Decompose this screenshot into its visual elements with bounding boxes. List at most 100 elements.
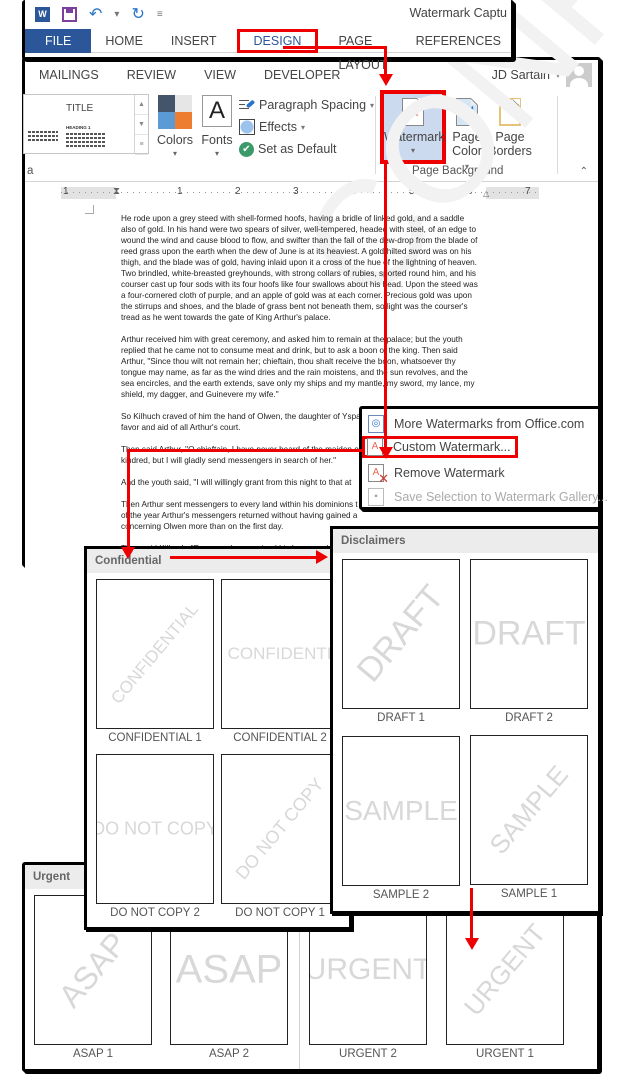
thumbnail-caption: ASAP 1 [72,1048,114,1060]
line: favor and aid of all Arthur's court. [121,423,241,432]
thumbnail-watermark-text: DO NOT COPY [231,774,328,884]
style-heading-preview: HEADING 1 [66,125,91,130]
annotation-arrow-segment [283,46,386,49]
line: of the year Arthur's messengers returned… [121,511,358,520]
gallery-confidential: Confidential CONFIDENTIAL CONFIDENTIAL 1… [84,546,352,930]
thumbnail-caption: DRAFT 1 [377,712,425,724]
collapse-ribbon-icon[interactable]: ⌃ [580,166,588,177]
remove-watermark-icon: A [368,464,389,487]
color-swatch [158,95,175,112]
paragraph-spacing-label: Paragraph Spacing [259,98,367,112]
thumbnail-caption: DO NOT COPY 1 [235,907,325,919]
redo-icon[interactable]: ↻ [131,4,144,24]
arrow-head-icon [465,938,479,950]
annotation-arrow-segment [384,160,387,450]
arrow-head-icon [379,74,393,86]
customize-qat-icon[interactable]: ≡ [157,9,163,20]
arrow-head-icon [379,447,393,459]
gallery-disclaimers: Disclaimers DRAFT DRAFT 1 DRAFT DRAFT 2 … [330,526,601,914]
save-icon[interactable] [62,6,77,22]
window-title: Watermark Captu [409,6,507,20]
ruler-tick: 2 [235,186,241,197]
word-icon: W [35,6,50,22]
paragraph-spacing-icon [239,98,256,112]
watermark-thumbnail[interactable]: SAMPLE SAMPLE 2 [342,736,460,901]
tab-view[interactable]: VIEW [190,63,250,87]
line: concerning Olwen more than on the first … [121,522,284,531]
theme-colors-icon [158,95,192,129]
watermark-thumbnail[interactable]: DRAFT DRAFT 1 [342,559,460,724]
watermark-thumbnail[interactable]: DO NOT COPY DO NOT COPY 1 [221,754,339,919]
ruler-tick: 7 [525,186,531,197]
thumbnail-caption: SAMPLE 1 [500,888,558,900]
document-area: 1 1 2 3 4 5 6 7 ⧗ △ CONFIDENTIAL He rode… [25,0,620,571]
tab-mailings[interactable]: MAILINGS [25,63,113,87]
fonts-label: Fonts [201,133,233,147]
fonts-icon: A [202,95,232,127]
watermark-menu: ◎ More Watermarks from Office.com A Cust… [359,406,608,510]
tab-review[interactable]: REVIEW [113,63,190,87]
tab-home[interactable]: HOME [91,29,157,53]
thumbnail-watermark-text: ASAP [175,947,283,992]
menu-item-label: Custom Watermark... [393,440,511,454]
thumbnail-watermark-text: CONFIDENTIAL [107,599,202,708]
style-set-gallery[interactable]: TITLE HEADING 1 ▲ ▼ ≡ [23,94,149,155]
thumbnail-caption: ASAP 2 [208,1048,250,1060]
paragraph-spacing-button[interactable]: Paragraph Spacing ▾ [239,94,374,116]
tab-insert[interactable]: INSERT [157,29,231,53]
color-swatch [158,112,175,129]
annotation-arrow-segment [127,449,362,452]
indent-marker-icon[interactable]: ⧗ [113,186,120,197]
watermark-thumbnail[interactable]: SAMPLE SAMPLE 1 [470,735,588,900]
menu-item-label: More Watermarks from Office.com [394,417,585,431]
watermark-thumbnail[interactable]: DO NOT COPY DO NOT COPY 2 [96,754,214,919]
watermark-thumbnail[interactable]: CONFIDENTIAL CONFIDENTIAL 2 [221,579,339,744]
effects-label: Effects [259,120,297,134]
watermark-thumbnail[interactable]: URGENT URGENT 1 [446,895,564,1060]
thumbnail-caption: SAMPLE 2 [372,889,430,901]
menu-item-more-watermarks[interactable]: ◎ More Watermarks from Office.com [366,413,584,435]
tab-file[interactable]: FILE [25,28,92,53]
scroll-up-icon[interactable]: ▲ [135,95,148,115]
menu-item-label: Remove Watermark [394,466,505,480]
save-selection-icon: ▪ [368,488,384,506]
annotation-arrow-segment [170,556,318,559]
paragraph: He rode upon a grey steed with shell-for… [121,214,478,322]
color-swatch [175,95,192,112]
menu-item-save-selection: ▪ Save Selection to Watermark Gallery... [366,486,608,508]
scroll-down-icon[interactable]: ▼ [135,115,148,135]
annotation-arrow-segment [384,46,387,76]
watermark-thumbnail[interactable]: DRAFT DRAFT 2 [470,559,588,724]
thumbnail-caption: DO NOT COPY 2 [110,907,200,919]
effects-icon [239,119,255,135]
thumbnail-caption: CONFIDENTIAL 2 [233,732,327,744]
document-page[interactable]: CONFIDENTIAL He rode upon a grey steed w… [85,0,620,571]
thumbnail-watermark-text: DRAFT [349,578,452,690]
thumbnail-watermark-text: DO NOT COPY [96,818,214,839]
thumbnail-watermark-text: SAMPLE [344,795,458,826]
thumbnail-caption: DRAFT 2 [505,712,553,724]
line: kindred, but I will gladly send messenge… [121,456,336,465]
ruler-tick: 1 [63,186,69,197]
gallery-more-icon[interactable]: ≡ [135,135,148,155]
undo-icon[interactable]: ↶ [89,4,102,24]
undo-dropdown-icon[interactable]: ▾ [114,9,119,20]
watermark-thumbnail[interactable]: CONFIDENTIAL CONFIDENTIAL 1 [96,579,214,744]
fonts-button[interactable]: A Fonts ▾ [199,95,235,158]
word-titlebar: W ↶ ▾ ↻ ≡ Watermark Captu FILE HOME INSE… [22,0,515,72]
arrow-head-icon [316,550,328,564]
style-preview-lines [66,133,106,149]
chevron-down-icon: ▾ [172,149,177,158]
gallery-title: Disclaimers [333,529,598,553]
annotation-arrow-segment [127,449,130,549]
office-globe-icon: ◎ [368,415,384,433]
menu-item-remove-watermark[interactable]: A Remove Watermark [366,462,505,487]
thumbnail-caption: URGENT 2 [339,1048,397,1060]
arrow-head-icon [121,547,135,559]
colors-button[interactable]: Colors ▾ [155,95,195,158]
gallery-scroll: ▲ ▼ ≡ [134,95,148,155]
line: So Kilhuch craved of him the hand of Olw… [121,412,361,421]
thumbnail-watermark-text: URGENT [309,953,427,986]
document-body: He rode upon a grey steed with shell-for… [121,213,479,565]
tab-references[interactable]: REFERENCES [402,29,515,53]
